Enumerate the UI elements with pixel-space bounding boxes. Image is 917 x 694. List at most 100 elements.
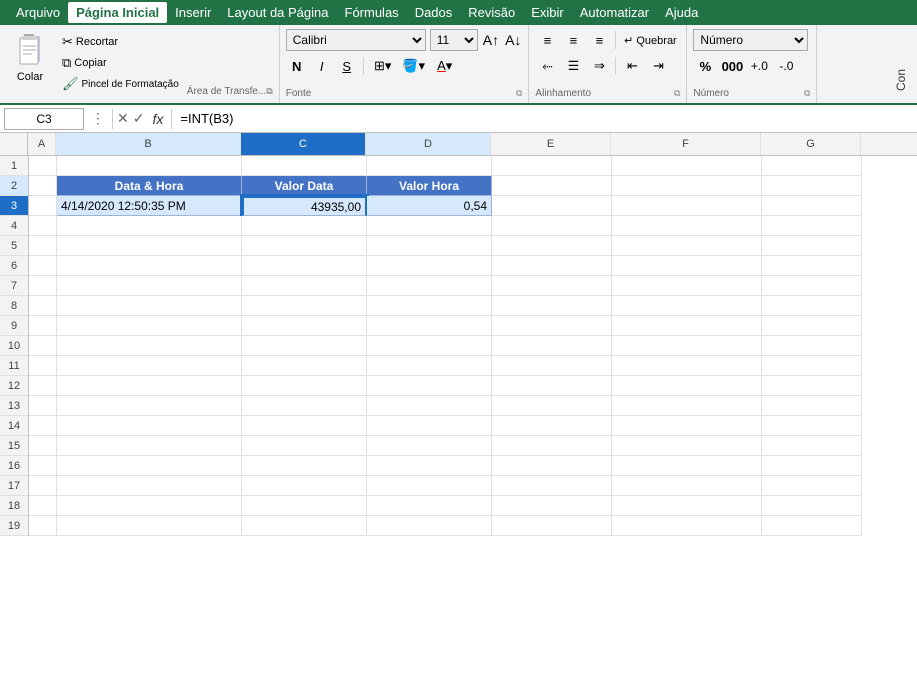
- row-header-2[interactable]: 2: [0, 176, 28, 196]
- col-header-b[interactable]: B: [56, 133, 241, 155]
- font-color-button[interactable]: A▾: [431, 55, 459, 77]
- cell[interactable]: [367, 296, 492, 316]
- cell[interactable]: [29, 296, 57, 316]
- cell[interactable]: [242, 496, 367, 516]
- cell[interactable]: [29, 456, 57, 476]
- cell[interactable]: [242, 256, 367, 276]
- cell[interactable]: [57, 436, 242, 456]
- cell-b3[interactable]: 4/14/2020 12:50:35 PM: [57, 196, 242, 216]
- cell[interactable]: [612, 356, 762, 376]
- cell[interactable]: [762, 436, 862, 456]
- cell-d1[interactable]: [367, 156, 492, 176]
- cell[interactable]: [612, 256, 762, 276]
- cell[interactable]: [612, 416, 762, 436]
- cell[interactable]: [762, 296, 862, 316]
- cell-b2[interactable]: Data & Hora: [57, 176, 242, 196]
- cell[interactable]: [762, 516, 862, 536]
- formula-input[interactable]: [176, 109, 913, 128]
- paste-button[interactable]: Colar: [6, 29, 54, 99]
- cell[interactable]: [242, 416, 367, 436]
- cell[interactable]: [612, 456, 762, 476]
- cell[interactable]: [492, 516, 612, 536]
- cell[interactable]: [57, 336, 242, 356]
- cell[interactable]: [57, 236, 242, 256]
- row-header-9[interactable]: 9: [0, 316, 28, 336]
- row-header-6[interactable]: 6: [0, 256, 28, 276]
- cell-f1[interactable]: [612, 156, 762, 176]
- col-header-e[interactable]: E: [491, 133, 611, 155]
- cell[interactable]: [492, 296, 612, 316]
- border-button[interactable]: ⊞▾: [369, 55, 397, 77]
- menu-pagina-inicial[interactable]: Página Inicial: [68, 2, 167, 23]
- cell[interactable]: [29, 256, 57, 276]
- cell[interactable]: [367, 396, 492, 416]
- indent-increase-button[interactable]: ⇥: [646, 55, 670, 77]
- decrease-decimal-button[interactable]: -.0: [774, 55, 798, 77]
- underline-button[interactable]: S: [336, 55, 358, 77]
- cell[interactable]: [242, 436, 367, 456]
- cell[interactable]: [762, 216, 862, 236]
- cell[interactable]: [242, 376, 367, 396]
- cell[interactable]: [29, 236, 57, 256]
- cell[interactable]: [57, 376, 242, 396]
- cell[interactable]: [492, 396, 612, 416]
- cell[interactable]: [57, 316, 242, 336]
- cell-c2[interactable]: Valor Data: [242, 176, 367, 196]
- cell[interactable]: [612, 236, 762, 256]
- row-header-12[interactable]: 12: [0, 376, 28, 396]
- cell[interactable]: [492, 496, 612, 516]
- align-right-button[interactable]: ⇒: [587, 55, 611, 77]
- cell[interactable]: [612, 276, 762, 296]
- cell[interactable]: [29, 336, 57, 356]
- format-painter-button[interactable]: 🖌 Pincel de Formatação: [58, 75, 183, 93]
- row-header-18[interactable]: 18: [0, 496, 28, 516]
- cell[interactable]: [57, 496, 242, 516]
- cell[interactable]: [762, 496, 862, 516]
- menu-layout[interactable]: Layout da Página: [219, 2, 336, 23]
- cell[interactable]: [367, 376, 492, 396]
- align-left-button[interactable]: ⬸: [535, 55, 559, 77]
- cell-c1[interactable]: [242, 156, 367, 176]
- cell-g3[interactable]: [762, 196, 862, 216]
- cell[interactable]: [612, 296, 762, 316]
- menu-arquivo[interactable]: Arquivo: [8, 2, 68, 23]
- percent-button[interactable]: %: [693, 55, 717, 77]
- cell[interactable]: [762, 236, 862, 256]
- alignment-expand-icon[interactable]: ⧉: [674, 88, 680, 99]
- italic-button[interactable]: I: [311, 55, 333, 77]
- cell[interactable]: [57, 296, 242, 316]
- cell[interactable]: [367, 256, 492, 276]
- thousands-button[interactable]: 000: [720, 55, 744, 77]
- row-header-4[interactable]: 4: [0, 216, 28, 236]
- cell[interactable]: [492, 256, 612, 276]
- menu-inserir[interactable]: Inserir: [167, 2, 219, 23]
- row-header-5[interactable]: 5: [0, 236, 28, 256]
- cell-c3[interactable]: 43935,00: [242, 196, 367, 216]
- cell[interactable]: [492, 216, 612, 236]
- cell[interactable]: [57, 416, 242, 436]
- cell[interactable]: [29, 516, 57, 536]
- cell[interactable]: [29, 316, 57, 336]
- cell[interactable]: [367, 416, 492, 436]
- cell[interactable]: [367, 236, 492, 256]
- confirm-formula-button[interactable]: ✓: [133, 110, 145, 127]
- cell[interactable]: [612, 376, 762, 396]
- row-header-16[interactable]: 16: [0, 456, 28, 476]
- cell-g2[interactable]: [762, 176, 862, 196]
- row-header-10[interactable]: 10: [0, 336, 28, 356]
- row-header-17[interactable]: 17: [0, 476, 28, 496]
- increase-decimal-button[interactable]: +.0: [747, 55, 771, 77]
- cell[interactable]: [29, 356, 57, 376]
- cell[interactable]: [242, 316, 367, 336]
- col-header-c[interactable]: C: [241, 133, 366, 155]
- menu-exibir[interactable]: Exibir: [523, 2, 572, 23]
- cut-button[interactable]: ✂ Recortar: [58, 33, 183, 51]
- cell[interactable]: [762, 276, 862, 296]
- cell[interactable]: [612, 436, 762, 456]
- cell[interactable]: [29, 416, 57, 436]
- cell[interactable]: [492, 276, 612, 296]
- cell[interactable]: [367, 216, 492, 236]
- menu-dados[interactable]: Dados: [407, 2, 461, 23]
- cell[interactable]: [29, 276, 57, 296]
- cell[interactable]: [492, 336, 612, 356]
